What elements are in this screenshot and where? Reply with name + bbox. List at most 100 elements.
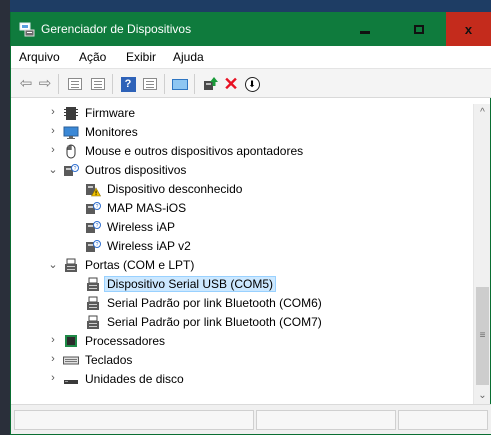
update-driver-icon: [204, 77, 218, 90]
tree-item-label: Dispositivo desconhecido: [107, 182, 243, 196]
tree-item-serial-bluetooth-com7[interactable]: Serial Padrão por link Bluetooth (COM7): [14, 313, 473, 332]
unknown-device-icon: ?: [86, 240, 101, 252]
tree-item-processadores[interactable]: › Processadores: [14, 332, 473, 351]
tree-item-outros-dispositivos[interactable]: ⌄ ? Outros dispositivos: [14, 161, 473, 180]
tree-item-label: Mouse e outros dispositivos apontadores: [85, 144, 304, 158]
scan-hardware-icon: [172, 78, 188, 90]
tree-item-wireless-iap-v2[interactable]: ? Wireless iAP v2: [14, 237, 473, 256]
expand-chevron-icon[interactable]: ›: [48, 334, 58, 346]
tree-item-label: Teclados: [85, 353, 133, 367]
tree-item-label: Monitores: [85, 125, 138, 139]
help-button[interactable]: ?: [119, 75, 137, 93]
port-icon: [87, 296, 99, 310]
tree-item-serial-bluetooth-com6[interactable]: Serial Padrão por link Bluetooth (COM6): [14, 294, 473, 313]
expand-chevron-icon[interactable]: ›: [48, 106, 58, 118]
port-icon: [65, 258, 77, 272]
window-title: Gerenciador de Dispositivos: [41, 22, 192, 36]
svg-text:?: ?: [96, 223, 99, 229]
svg-text:?: ?: [74, 166, 77, 172]
monitor-icon: [63, 126, 79, 139]
toolbar: ⇦ ⇨ ? ✕ ⬇: [11, 68, 491, 98]
tree-item-dispositivo-serial-usb[interactable]: Dispositivo Serial USB (COM5): [14, 275, 473, 294]
device-manager-icon: [19, 22, 35, 37]
tree-item-mouse[interactable]: › Mouse e outros dispositivos apontadore…: [14, 142, 473, 161]
uninstall-icon: ✕: [223, 74, 239, 94]
processor-icon: [65, 335, 77, 347]
desktop-background-left: [0, 0, 10, 435]
tree-item-label: Wireless iAP: [107, 220, 176, 234]
minimize-icon: [359, 30, 370, 34]
expand-chevron-icon[interactable]: ›: [48, 372, 58, 384]
scroll-down-arrow-icon[interactable]: ⌄: [474, 387, 491, 404]
scroll-up-arrow-icon[interactable]: ^: [474, 104, 491, 121]
show-hide-button[interactable]: [89, 75, 107, 93]
forward-button[interactable]: ⇨: [36, 75, 54, 93]
tree-item-label: Serial Padrão por link Bluetooth (COM6): [107, 296, 322, 310]
help-icon: ?: [120, 76, 136, 92]
properties-button[interactable]: [66, 75, 84, 93]
disable-icon: ⬇: [244, 76, 260, 92]
toolbar-separator: [194, 74, 195, 94]
maximize-icon: [413, 24, 424, 34]
menu-bar: Arquivo Ação Exibir Ajuda: [11, 46, 491, 68]
uninstall-button[interactable]: ✕: [222, 75, 240, 93]
menu-arquivo[interactable]: Arquivo: [19, 50, 60, 64]
back-button[interactable]: ⇦: [17, 75, 35, 93]
show-hide-icon: [91, 78, 105, 90]
update-driver-button[interactable]: [201, 75, 219, 93]
menu-ajuda[interactable]: Ajuda: [173, 50, 204, 64]
firmware-icon: [64, 107, 78, 120]
port-icon: [87, 315, 99, 329]
collapse-chevron-icon[interactable]: ⌄: [48, 258, 58, 271]
status-bar: [11, 404, 491, 434]
view-button[interactable]: [141, 75, 159, 93]
unknown-device-icon: ?: [86, 202, 101, 214]
close-button[interactable]: x: [446, 12, 491, 46]
toolbar-separator: [164, 74, 165, 94]
tree-item-firmware[interactable]: › Firmware: [14, 104, 473, 123]
properties-icon: [68, 78, 82, 90]
title-bar[interactable]: Gerenciador de Dispositivos x: [11, 12, 491, 46]
tree-item-map-mas-ios[interactable]: ? MAP MAS-iOS: [14, 199, 473, 218]
tree-item-monitores[interactable]: › Monitores: [14, 123, 473, 142]
unknown-device-icon: ?: [86, 221, 101, 233]
expand-chevron-icon[interactable]: ›: [48, 353, 58, 365]
device-manager-window: Gerenciador de Dispositivos x Arquivo Aç…: [10, 12, 491, 435]
tree-item-unidades-de-disco[interactable]: › Unidades de disco: [14, 370, 473, 389]
minimize-button[interactable]: [342, 12, 387, 46]
status-cell: [398, 410, 488, 430]
toolbar-separator: [58, 74, 59, 94]
scan-hardware-button[interactable]: [171, 75, 189, 93]
menu-exibir[interactable]: Exibir: [126, 50, 156, 64]
back-arrow-icon: ⇦: [19, 75, 33, 92]
unknown-device-icon: ?: [64, 164, 79, 176]
device-tree[interactable]: › Firmware › Monitores › Mouse e outros …: [14, 104, 473, 400]
tree-item-teclados[interactable]: › Teclados: [14, 351, 473, 370]
disk-icon: [64, 380, 78, 384]
warning-device-icon: [86, 184, 101, 197]
svg-text:?: ?: [96, 204, 99, 210]
vertical-scrollbar[interactable]: ^ ≡ ⌄: [473, 104, 490, 404]
menu-acao[interactable]: Ação: [79, 50, 106, 64]
desktop-background: [0, 0, 491, 12]
svg-text:?: ?: [96, 242, 99, 248]
scrollbar-thumb[interactable]: ≡: [476, 287, 489, 385]
close-icon: x: [464, 21, 473, 37]
view-icon: [143, 78, 157, 90]
tree-item-label: Processadores: [85, 334, 166, 348]
expand-chevron-icon[interactable]: ›: [48, 125, 58, 137]
tree-item-label: Unidades de disco: [85, 372, 184, 386]
grip-icon: ≡: [479, 330, 486, 341]
toolbar-separator: [112, 74, 113, 94]
tree-item-label: Portas (COM e LPT): [85, 258, 195, 272]
tree-item-dispositivo-desconhecido[interactable]: Dispositivo desconhecido: [14, 180, 473, 199]
tree-item-label: MAP MAS-iOS: [107, 201, 187, 215]
maximize-button[interactable]: [396, 12, 441, 46]
expand-chevron-icon[interactable]: ›: [48, 144, 58, 156]
collapse-chevron-icon[interactable]: ⌄: [48, 163, 58, 176]
tree-item-wireless-iap[interactable]: ? Wireless iAP: [14, 218, 473, 237]
port-icon: [87, 277, 99, 291]
disable-button[interactable]: ⬇: [243, 75, 261, 93]
tree-item-portas[interactable]: ⌄ Portas (COM e LPT): [14, 256, 473, 275]
forward-arrow-icon: ⇨: [38, 75, 52, 92]
